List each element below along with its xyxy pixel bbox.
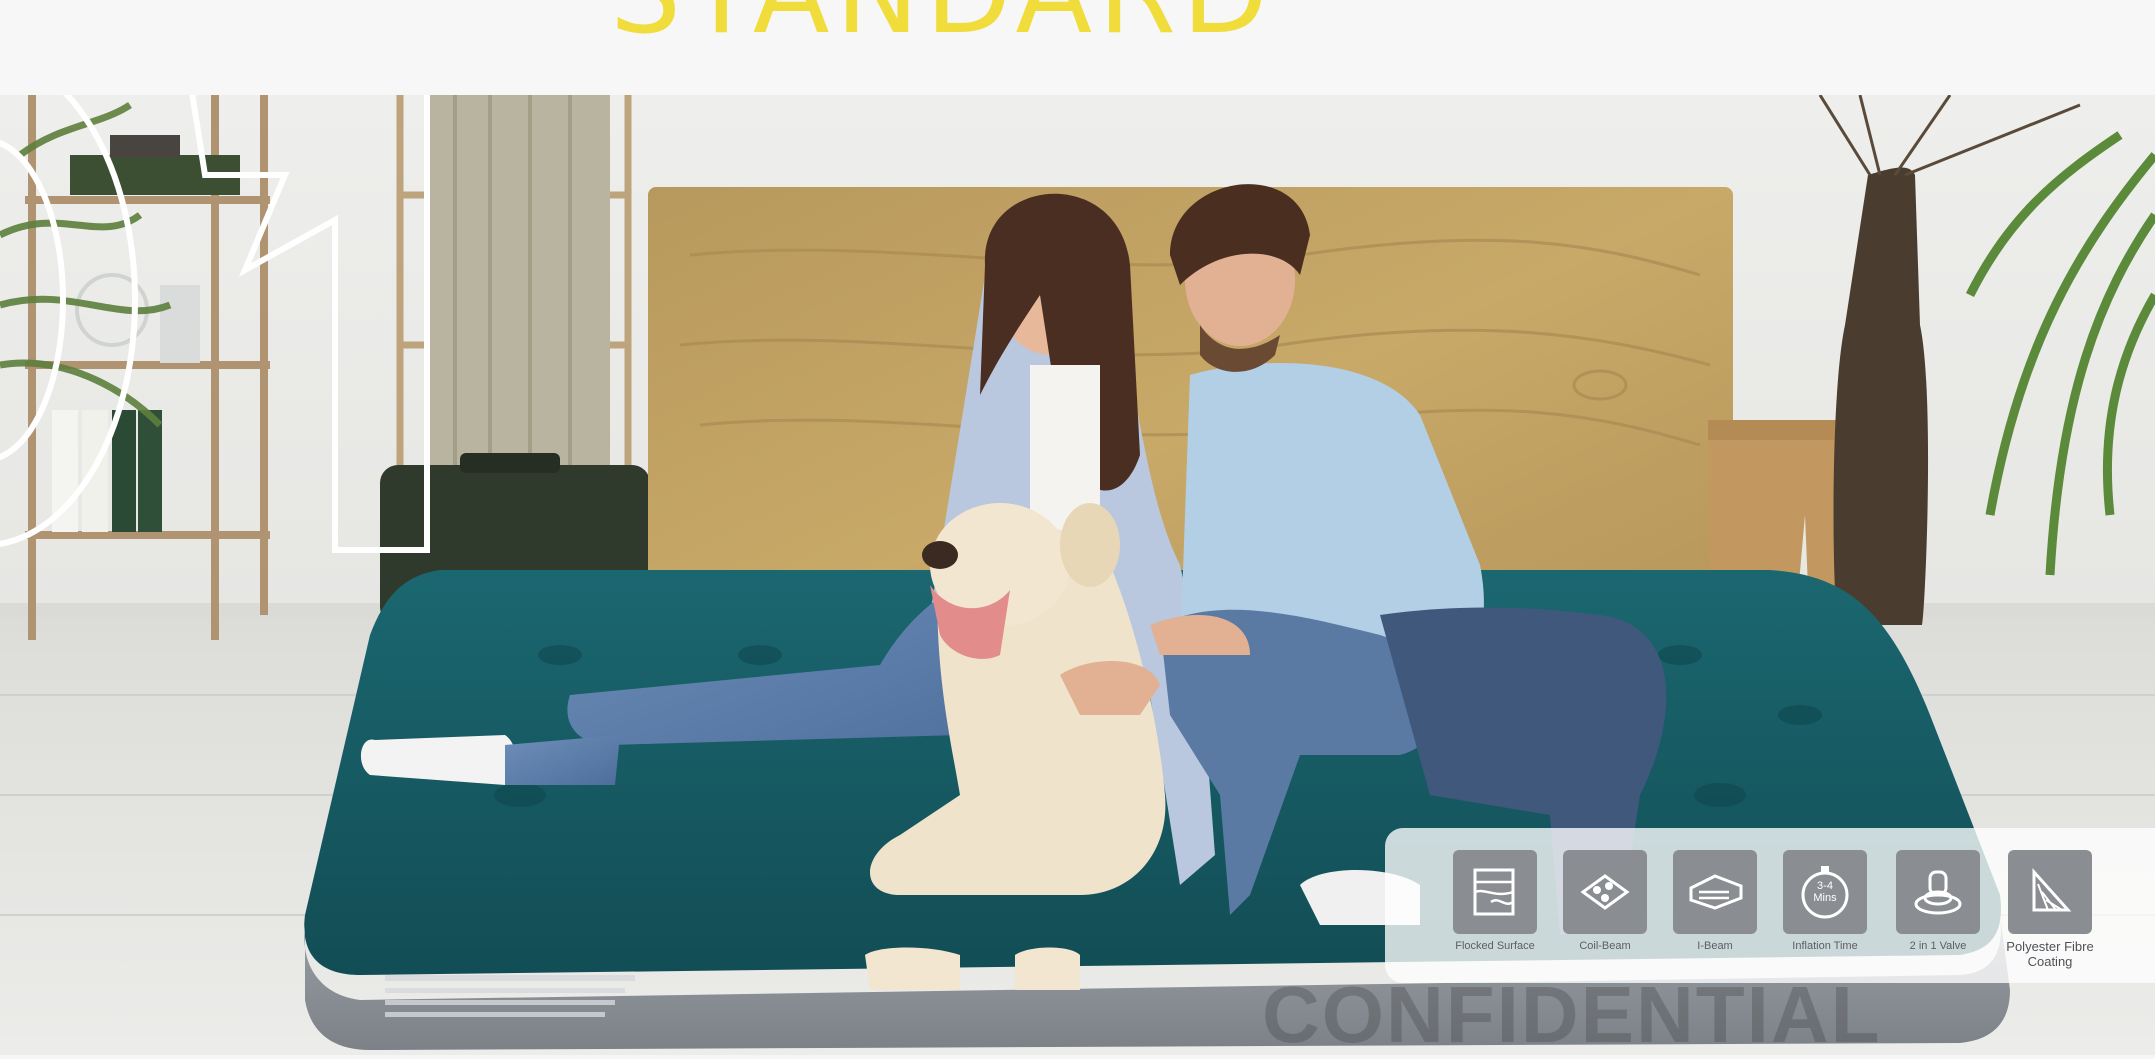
coil-beam-icon [1563,850,1647,934]
flocked-surface-icon [1453,850,1537,934]
badge-label: Inflation Time [1792,940,1858,952]
badge-label: Coil-Beam [1579,940,1631,952]
confidential-watermark: CONFIDENTIAL [1262,970,1882,1059]
i-beam-icon [1673,850,1757,934]
badge-fibre-coating: Polyester Fibre Coating [1995,850,2105,969]
stopwatch-icon: 3-4 Mins [1783,850,1867,934]
badge-label: Polyester Fibre Coating [2006,939,2094,969]
badge-label: I-Beam [1697,940,1733,952]
badge-label: 2 in 1 Valve [1909,940,1967,952]
badge-flocked-surface: Flocked Surface [1440,850,1550,954]
valve-icon [1896,850,1980,934]
badge-label: Flocked Surface [1455,940,1535,952]
page-headline: STANDARD [610,0,1274,50]
badge-coil-beam: Coil-Beam [1550,850,1660,954]
inflation-time-value: 3-4 Mins [1813,880,1837,904]
badge-inflation-time: 3-4 Mins Inflation Time [1770,850,1880,954]
badge-i-beam: I-Beam [1660,850,1770,954]
badge-valve: 2 in 1 Valve [1883,850,1993,954]
header-band: STANDARD [0,0,2155,95]
fibre-coating-icon [2008,850,2092,934]
